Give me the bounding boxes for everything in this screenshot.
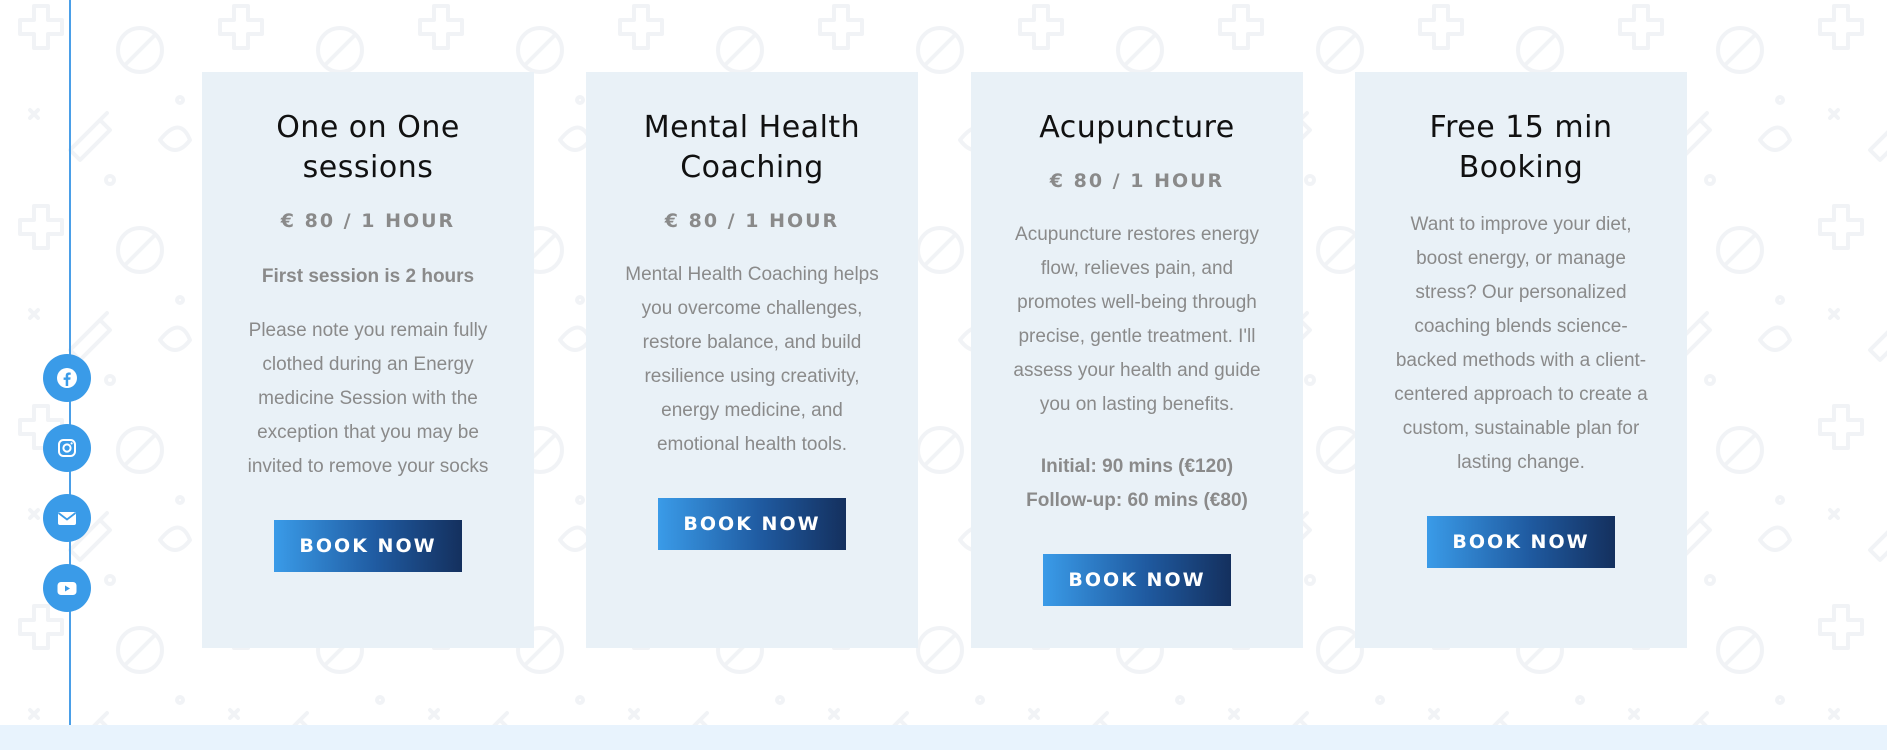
book-now-button[interactable]: BOOK NOW xyxy=(1043,554,1231,606)
card-description: Want to improve your diet, boost energy,… xyxy=(1394,214,1648,473)
email-icon xyxy=(57,512,77,525)
youtube-icon xyxy=(57,582,77,595)
instagram-icon xyxy=(58,439,76,457)
next-section-band xyxy=(0,725,1887,750)
card-description: Please note you remain fully clothed dur… xyxy=(247,320,489,477)
email-link[interactable] xyxy=(43,494,91,542)
card-price: € 80 / 1 HOUR xyxy=(1049,170,1225,192)
initial-session-detail: Initial: 90 mins (€120) xyxy=(1040,456,1234,477)
card-title: Free 15 min Booking xyxy=(1429,110,1613,185)
card-title: One on One sessions xyxy=(276,110,460,185)
followup-session-detail: Follow-up: 60 mins (€80) xyxy=(1026,490,1248,511)
service-card-one-on-one: One on One sessions € 80 / 1 HOUR First … xyxy=(202,72,534,648)
card-title: Acupuncture xyxy=(1039,110,1235,145)
service-card-mental-health: Mental Health Coaching € 80 / 1 HOUR Men… xyxy=(586,72,918,648)
youtube-link[interactable] xyxy=(43,564,91,612)
book-now-button[interactable]: BOOK NOW xyxy=(658,498,846,550)
card-description: Acupuncture restores energy flow, reliev… xyxy=(1013,224,1261,415)
service-card-free-booking: Free 15 min Booking Want to improve your… xyxy=(1355,72,1687,648)
book-now-button[interactable]: BOOK NOW xyxy=(274,520,462,572)
service-card-acupuncture: Acupuncture € 80 / 1 HOUR Acupuncture re… xyxy=(971,72,1303,648)
instagram-link[interactable] xyxy=(43,424,91,472)
card-title: Mental Health Coaching xyxy=(643,110,861,185)
card-price: € 80 / 1 HOUR xyxy=(664,210,840,232)
book-now-button[interactable]: BOOK NOW xyxy=(1427,516,1615,568)
facebook-icon xyxy=(57,368,77,388)
card-duration-details: Initial: 90 mins (€120) Follow-up: 60 mi… xyxy=(1005,450,1269,518)
facebook-link[interactable] xyxy=(43,354,91,402)
card-price: € 80 / 1 HOUR xyxy=(280,210,456,232)
card-description: Mental Health Coaching helps you overcom… xyxy=(625,264,879,455)
card-note: First session is 2 hours xyxy=(261,266,475,287)
